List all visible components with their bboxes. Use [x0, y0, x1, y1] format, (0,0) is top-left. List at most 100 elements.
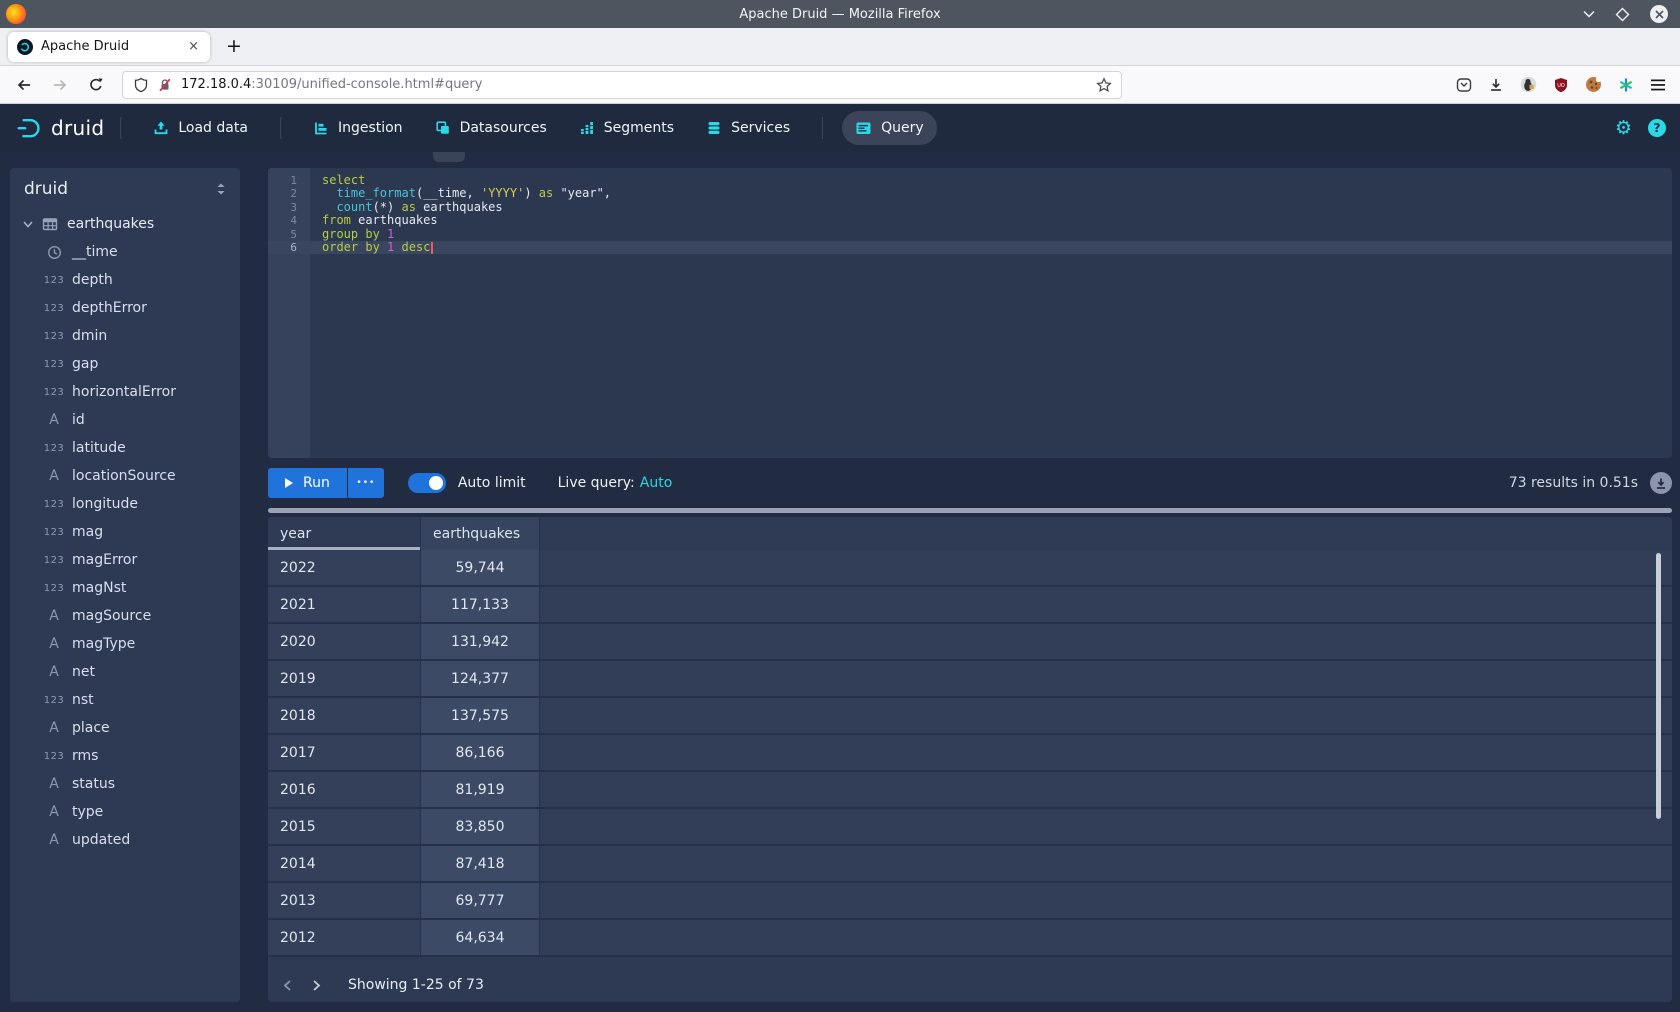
live-query[interactable]: Live query:Auto	[558, 475, 673, 491]
reload-icon[interactable]	[88, 77, 104, 93]
cell-year[interactable]: 2014	[268, 846, 420, 881]
settings-gear-icon[interactable]: ⚙	[1615, 119, 1632, 138]
cell-year[interactable]: 2022	[268, 550, 420, 585]
nav-item-load-data[interactable]: Load data	[140, 111, 261, 145]
back-icon[interactable]	[16, 77, 32, 93]
sidebar-column-magType[interactable]: AmagType	[10, 630, 240, 658]
sidebar-column-gap[interactable]: 123gap	[10, 350, 240, 378]
cell-year[interactable]: 2020	[268, 624, 420, 659]
browser-tab[interactable]: Apache Druid ×	[8, 32, 210, 62]
double-caret-sort-icon[interactable]	[216, 182, 226, 196]
sidebar-column-__time[interactable]: __time	[10, 238, 240, 266]
sidebar-column-nst[interactable]: 123nst	[10, 686, 240, 714]
editor-top-handle[interactable]	[433, 152, 465, 162]
url-text[interactable]: 172.18.0.4:30109/unified-console.html#qu…	[181, 77, 482, 92]
new-tab-button[interactable]: +	[226, 37, 242, 56]
run-button[interactable]: Run	[268, 468, 347, 498]
pagination-text: Showing 1-25 of 73	[348, 977, 484, 993]
cell-earthquakes[interactable]: 69,777	[420, 883, 540, 918]
window-close-icon[interactable]	[1650, 5, 1668, 23]
asterisk-extension-icon[interactable]	[1618, 77, 1634, 93]
sidebar-column-magSource[interactable]: AmagSource	[10, 602, 240, 630]
cell-year[interactable]: 2012	[268, 920, 420, 955]
column-header-earthquakes[interactable]: earthquakes	[420, 517, 540, 550]
pocket-icon[interactable]	[1456, 77, 1472, 93]
sidebar-column-type[interactable]: Atype	[10, 798, 240, 826]
schema-header[interactable]: druid	[10, 168, 240, 210]
druid-logo[interactable]: druid	[14, 115, 104, 141]
url-bar[interactable]: 172.18.0.4:30109/unified-console.html#qu…	[122, 71, 1122, 99]
nav-item-query[interactable]: Query	[842, 111, 937, 145]
results-horizontal-scrollbar[interactable]	[268, 508, 1672, 513]
bookmark-star-icon[interactable]	[1096, 77, 1112, 93]
next-page-icon[interactable]	[310, 979, 322, 992]
nav-item-datasources[interactable]: Datasources	[422, 111, 560, 145]
cell-earthquakes[interactable]: 64,634	[420, 920, 540, 955]
run-button-label: Run	[303, 475, 330, 491]
cell-earthquakes[interactable]: 137,575	[420, 698, 540, 733]
chevron-down-icon[interactable]	[22, 218, 34, 230]
cell-earthquakes[interactable]: 86,166	[420, 735, 540, 770]
sql-editor[interactable]: select time_format(__time, 'YYYY') as "y…	[268, 168, 1672, 458]
menu-hamburger-icon[interactable]	[1650, 78, 1666, 92]
extension-account-icon[interactable]	[1520, 76, 1537, 93]
cell-year[interactable]: 2021	[268, 587, 420, 622]
sidebar-table-earthquakes[interactable]: earthquakes	[10, 210, 240, 238]
cell-year[interactable]: 2015	[268, 809, 420, 844]
sidebar-column-dmin[interactable]: 123dmin	[10, 322, 240, 350]
sidebar-column-depthError[interactable]: 123depthError	[10, 294, 240, 322]
cell-year[interactable]: 2013	[268, 883, 420, 918]
cell-earthquakes[interactable]: 87,418	[420, 846, 540, 881]
cell-year[interactable]: 2018	[268, 698, 420, 733]
tab-close-icon[interactable]: ×	[186, 39, 201, 54]
forward-icon[interactable]	[52, 77, 68, 93]
window-maximize-icon[interactable]	[1615, 7, 1630, 22]
cell-year[interactable]: 2017	[268, 735, 420, 770]
help-icon[interactable]: ?	[1648, 119, 1666, 137]
number-type-icon: 123	[42, 751, 66, 762]
nav-item-ingestion[interactable]: Ingestion	[300, 111, 416, 145]
sidebar-column-id[interactable]: Aid	[10, 406, 240, 434]
cell-earthquakes[interactable]: 117,133	[420, 587, 540, 622]
nav-item-services[interactable]: Services	[693, 111, 803, 145]
insecure-lock-icon[interactable]	[157, 77, 173, 93]
nav-item-label: Load data	[178, 120, 248, 136]
ublock-icon[interactable]: UO	[1553, 77, 1569, 93]
sidebar-column-depth[interactable]: 123depth	[10, 266, 240, 294]
window-minimize-icon[interactable]	[1583, 10, 1595, 18]
run-more-button[interactable]: •••	[348, 468, 384, 498]
sidebar-column-longitude[interactable]: 123longitude	[10, 490, 240, 518]
cell-year[interactable]: 2019	[268, 661, 420, 696]
sidebar-column-latitude[interactable]: 123latitude	[10, 434, 240, 462]
live-query-value[interactable]: Auto	[640, 475, 673, 491]
nav-item-segments[interactable]: Segments	[566, 111, 687, 145]
previous-page-icon[interactable]	[282, 979, 294, 992]
sidebar-column-rms[interactable]: 123rms	[10, 742, 240, 770]
sidebar-column-locationSource[interactable]: AlocationSource	[10, 462, 240, 490]
sql-token: 'YYYY'	[481, 186, 524, 200]
cell-earthquakes[interactable]: 81,919	[420, 772, 540, 807]
sidebar-column-net[interactable]: Anet	[10, 658, 240, 686]
download-results-icon[interactable]	[1650, 472, 1672, 494]
column-header-year[interactable]: year	[268, 517, 420, 550]
number-type-icon: 123	[42, 275, 66, 286]
sidebar-column-horizontalError[interactable]: 123horizontalError	[10, 378, 240, 406]
sidebar-column-magError[interactable]: 123magError	[10, 546, 240, 574]
results-body: 202259,7442021117,1332020131,9422019124,…	[268, 550, 1672, 957]
cell-year[interactable]: 2016	[268, 772, 420, 807]
results-vertical-scrollbar[interactable]	[1656, 553, 1661, 819]
cookie-icon[interactable]	[1585, 76, 1602, 93]
sidebar-column-status[interactable]: Astatus	[10, 770, 240, 798]
cell-earthquakes[interactable]: 83,850	[420, 809, 540, 844]
cell-earthquakes[interactable]: 59,744	[420, 550, 540, 585]
cell-earthquakes[interactable]: 131,942	[420, 624, 540, 659]
auto-limit-toggle[interactable]	[408, 473, 446, 493]
number-type-icon: 123	[42, 387, 66, 398]
sidebar-column-place[interactable]: Aplace	[10, 714, 240, 742]
sidebar-column-updated[interactable]: Aupdated	[10, 826, 240, 854]
cell-earthquakes[interactable]: 124,377	[420, 661, 540, 696]
tracking-shield-icon[interactable]	[133, 77, 149, 93]
downloads-icon[interactable]	[1488, 77, 1504, 93]
sidebar-column-mag[interactable]: 123mag	[10, 518, 240, 546]
sidebar-column-magNst[interactable]: 123magNst	[10, 574, 240, 602]
